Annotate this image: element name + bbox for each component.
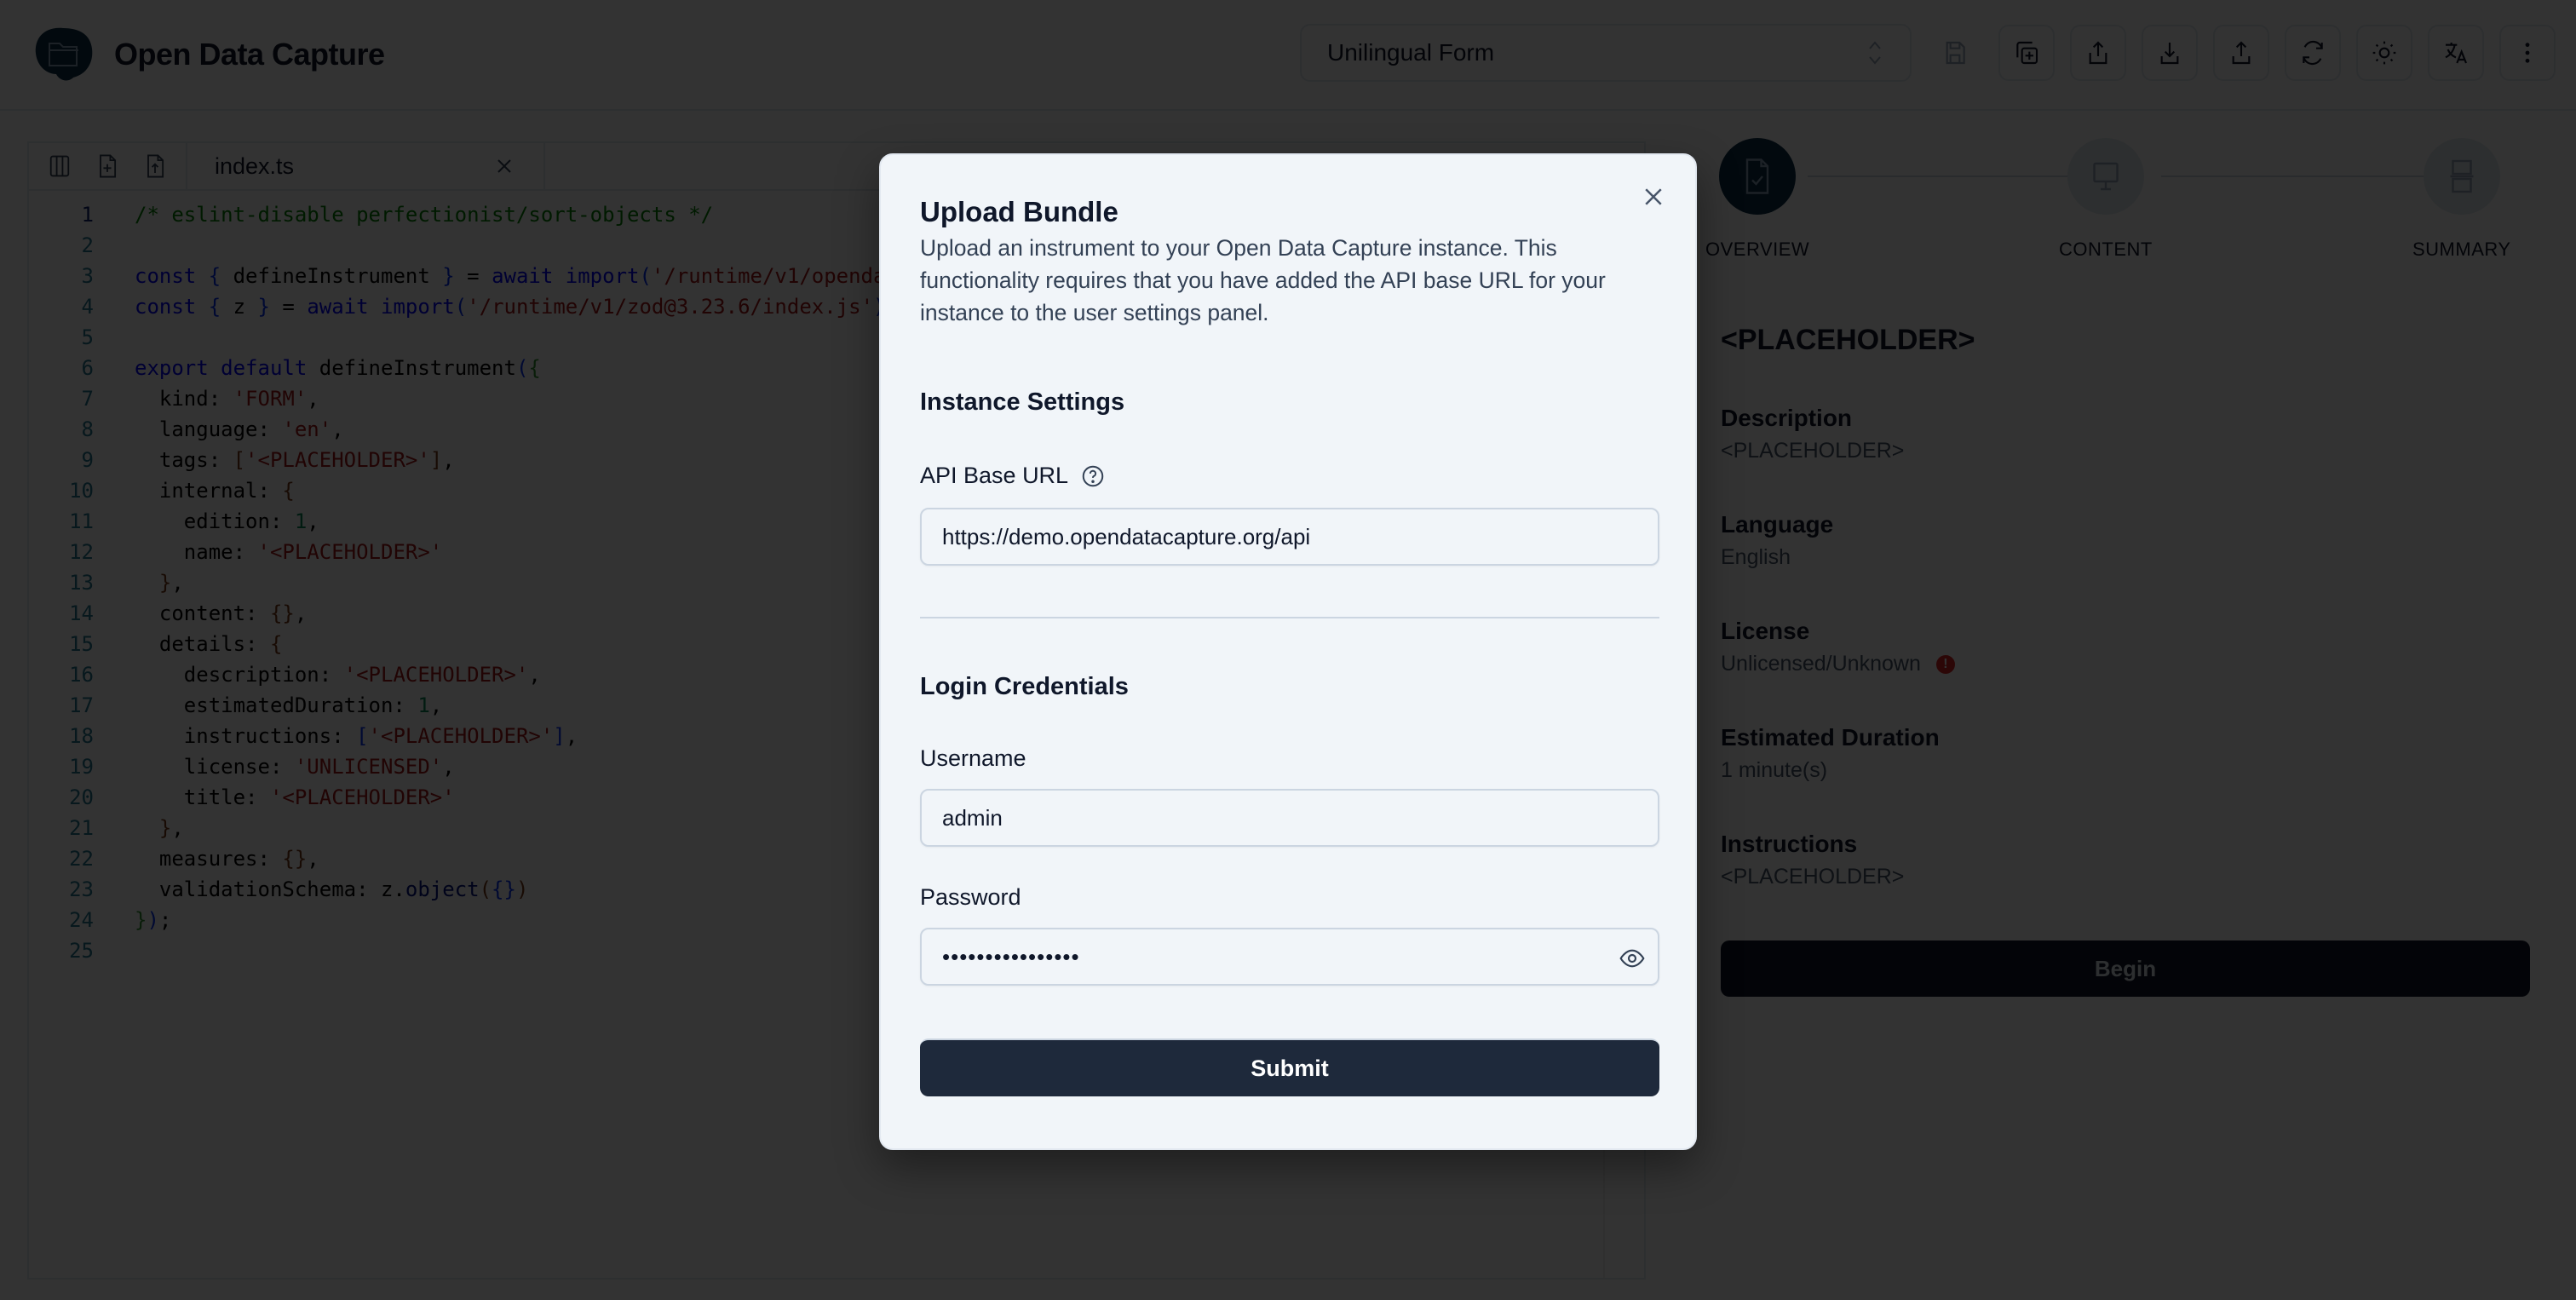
api-label-text: API Base URL <box>920 463 1069 488</box>
api-base-url-input[interactable]: https://demo.opendatacapture.org/api <box>920 508 1659 566</box>
username-label: Username <box>920 745 1026 771</box>
section-divider <box>920 617 1659 618</box>
api-base-url-label: API Base URL <box>920 463 1656 489</box>
login-credentials-heading: Login Credentials <box>920 673 1129 700</box>
eye-icon[interactable] <box>1619 945 1646 972</box>
username-input[interactable]: admin <box>920 789 1659 847</box>
password-value: •••••••••••••••• <box>942 943 1080 969</box>
instance-settings-heading: Instance Settings <box>920 388 1125 416</box>
close-icon[interactable] <box>1641 184 1666 210</box>
password-input[interactable]: •••••••••••••••• <box>920 928 1659 986</box>
username-value: admin <box>942 804 1003 831</box>
help-circle-icon[interactable] <box>1080 463 1106 489</box>
upload-bundle-dialog: Upload Bundle Upload an instrument to yo… <box>879 153 1697 1150</box>
dialog-description: Upload an instrument to your Open Data C… <box>920 235 1606 325</box>
submit-button[interactable]: Submit <box>920 1038 1659 1096</box>
api-base-url-value: https://demo.opendatacapture.org/api <box>942 523 1311 549</box>
dialog-title: Upload Bundle <box>920 196 1118 227</box>
password-label: Password <box>920 884 1021 910</box>
